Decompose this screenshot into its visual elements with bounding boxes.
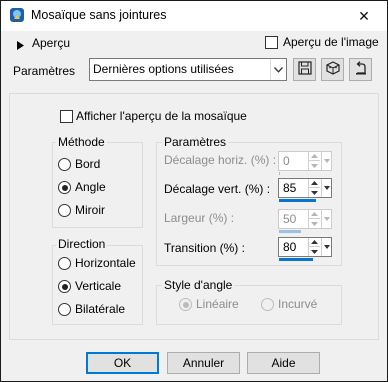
decalage-horiz-arrows: [308, 152, 320, 170]
ok-button[interactable]: OK: [86, 352, 159, 374]
chevron-down-icon[interactable]: [321, 210, 331, 228]
afficher-apercu-label[interactable]: Afficher l'aperçu de la mosaïque: [76, 109, 247, 123]
spin-down-icon[interactable]: [309, 219, 320, 228]
decalage-horiz-slider[interactable]: [279, 172, 280, 175]
transition-label: Transition (%) :: [164, 241, 245, 255]
radio-lineaire-label[interactable]: Linéaire: [196, 297, 239, 311]
close-icon: ✕: [358, 7, 370, 24]
chevron-down-icon[interactable]: [321, 179, 331, 197]
radio-horizontale[interactable]: [58, 257, 71, 270]
radio-miroir[interactable]: [58, 204, 71, 217]
afficher-apercu-checkbox[interactable]: [60, 110, 73, 123]
chevron-down-icon: [270, 59, 286, 80]
transition-arrows: [308, 238, 320, 256]
reset-icon: [354, 61, 368, 78]
decalage-vert-arrows: [308, 179, 320, 197]
radio-verticale-label[interactable]: Verticale: [75, 279, 121, 293]
window-title: Mosaïque sans jointures: [31, 8, 167, 22]
radio-bilaterale-label[interactable]: Bilatérale: [75, 302, 125, 316]
spin-up-icon[interactable]: [309, 179, 320, 188]
annuler-button[interactable]: Annuler: [167, 352, 240, 374]
parametres-group-title: Paramètres: [162, 135, 229, 149]
radio-horizontale-label[interactable]: Horizontale: [75, 256, 136, 270]
decalage-horiz-spinner[interactable]: 0: [278, 151, 332, 171]
transition-value: 80: [283, 240, 297, 254]
largeur-value: 50: [283, 212, 297, 226]
spin-up-icon[interactable]: [309, 210, 320, 219]
largeur-slider[interactable]: [279, 230, 301, 233]
largeur-arrows: [308, 210, 320, 228]
dialog-window: Mosaïque sans jointures ✕ Aperçu Aperçu …: [0, 0, 388, 382]
preset-manager-button[interactable]: [321, 58, 344, 81]
largeur-spinner[interactable]: 50: [278, 209, 332, 229]
spin-down-icon[interactable]: [309, 247, 320, 256]
spin-up-icon[interactable]: [309, 238, 320, 247]
radio-angle-label[interactable]: Angle: [75, 180, 106, 194]
radio-miroir-label[interactable]: Miroir: [75, 203, 105, 217]
radio-bord-label[interactable]: Bord: [75, 157, 100, 171]
largeur-label: Largeur (%) :: [164, 211, 235, 225]
preset-icon: [325, 61, 340, 78]
direction-title: Direction: [56, 237, 108, 251]
transition-slider[interactable]: [279, 258, 313, 261]
decalage-horiz-value: 0: [283, 154, 290, 168]
spin-up-icon[interactable]: [309, 152, 320, 161]
chevron-down-icon[interactable]: [321, 238, 331, 256]
apercu-label[interactable]: Aperçu: [32, 36, 70, 50]
close-button[interactable]: ✕: [341, 1, 387, 31]
decalage-horiz-label: Décalage horiz. (%) :: [164, 153, 277, 167]
save-icon: [297, 61, 312, 78]
radio-verticale[interactable]: [58, 280, 71, 293]
decalage-vert-slider[interactable]: [279, 199, 316, 202]
title-bar[interactable]: Mosaïque sans jointures ✕: [1, 1, 387, 31]
apercu-image-label[interactable]: Aperçu de l'image: [283, 35, 379, 49]
aide-button[interactable]: Aide: [247, 352, 320, 374]
spin-down-icon[interactable]: [309, 188, 320, 197]
radio-incurve[interactable]: [261, 298, 274, 311]
radio-incurve-label[interactable]: Incurvé: [278, 297, 317, 311]
apercu-image-checkbox[interactable]: [265, 36, 278, 49]
radio-bilaterale[interactable]: [58, 303, 71, 316]
spin-down-icon[interactable]: [309, 161, 320, 170]
radio-angle[interactable]: [58, 181, 71, 194]
preset-dropdown[interactable]: Dernières options utilisées: [89, 58, 287, 81]
decalage-vert-spinner[interactable]: 85: [278, 178, 332, 198]
radio-bord[interactable]: [58, 158, 71, 171]
methode-title: Méthode: [56, 135, 107, 149]
parametres-label: Paramètres: [13, 64, 76, 78]
decalage-vert-label: Décalage vert. (%) :: [164, 182, 271, 196]
radio-lineaire[interactable]: [179, 298, 192, 311]
style-angle-title: Style d'angle: [162, 278, 235, 292]
transition-spinner[interactable]: 80: [278, 237, 332, 257]
decalage-vert-value: 85: [283, 181, 297, 195]
save-preset-button[interactable]: [293, 58, 316, 81]
apercu-expand-icon[interactable]: [17, 39, 24, 53]
preset-value: Dernières options utilisées: [93, 62, 234, 76]
reset-defaults-button[interactable]: [349, 58, 372, 81]
app-icon: [9, 7, 25, 23]
chevron-down-icon[interactable]: [321, 152, 331, 170]
